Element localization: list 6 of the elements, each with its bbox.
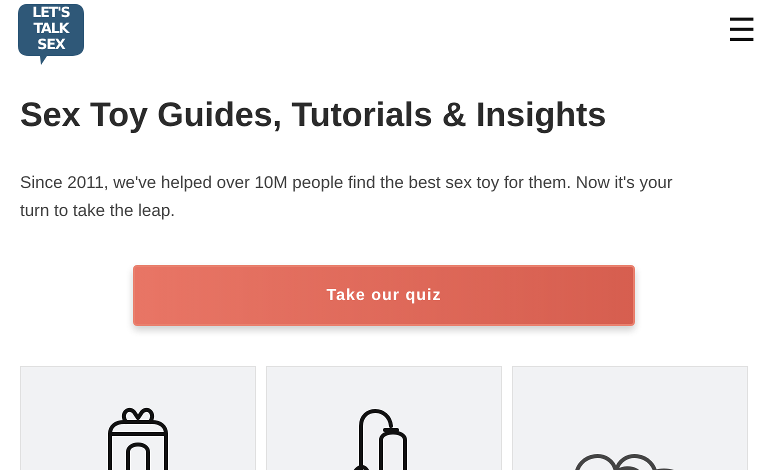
page-title: Sex Toy Guides, Tutorials & Insights [20,95,608,135]
menu-button[interactable]: ☰ [727,14,756,46]
category-card[interactable] [20,366,256,470]
intro-text: Since 2011, we've helped over 10M people find the best sex toy for them. Now it's your turn to take the leap. [20,172,674,222]
logo[interactable]: LET'S TALK SEX [17,4,85,66]
category-card[interactable] [266,366,502,470]
